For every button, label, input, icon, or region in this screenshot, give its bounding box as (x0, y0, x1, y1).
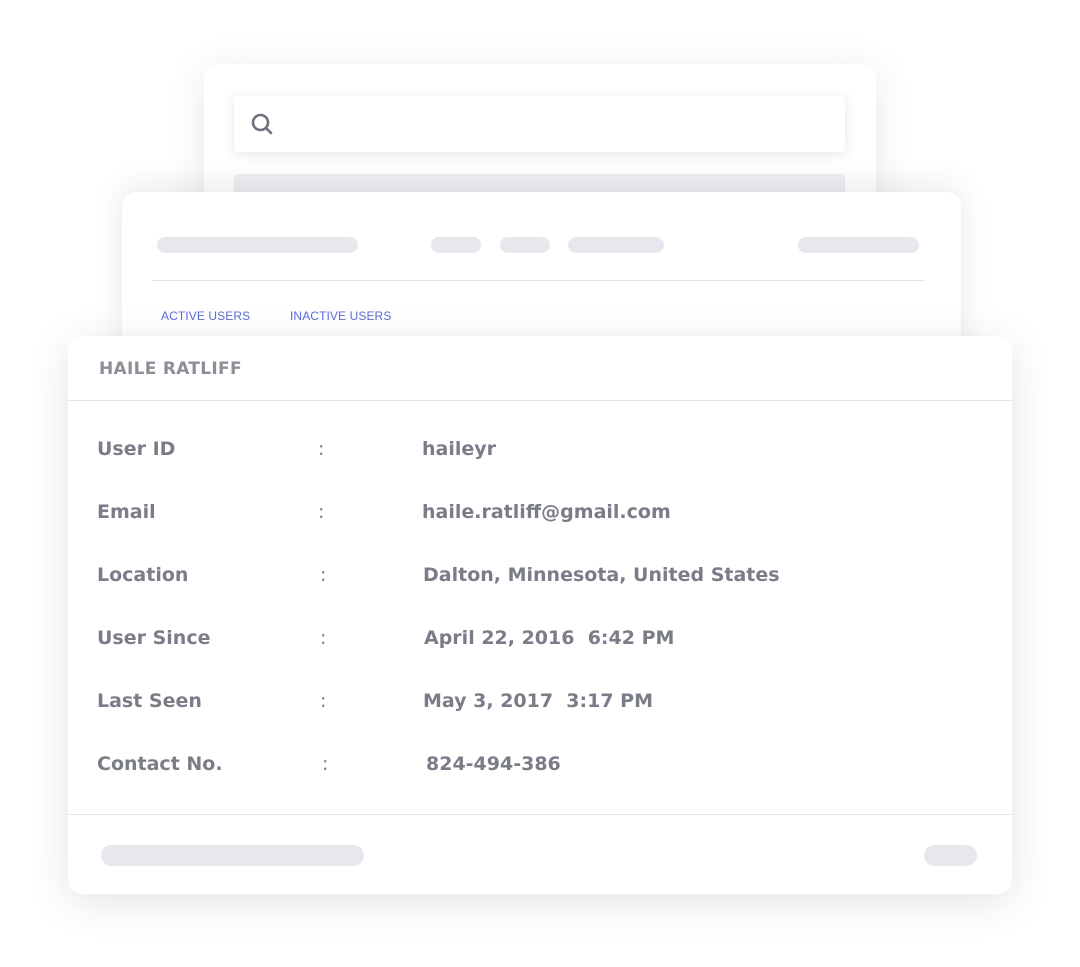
detail-separator: : (320, 690, 327, 712)
divider (68, 400, 1012, 401)
header-placeholder-item (500, 237, 550, 253)
detail-label: Location (97, 564, 189, 586)
detail-value: 824-494-386 (426, 753, 561, 775)
detail-value: Dalton, Minnesota, United States (423, 564, 780, 586)
detail-row-location: Location : Dalton, Minnesota, United Sta… (68, 555, 1012, 595)
detail-value: April 22, 2016 6:42 PM (424, 627, 675, 649)
footer-placeholder-text (101, 845, 364, 866)
search-input[interactable] (286, 106, 830, 144)
detail-row-email: Email : haile.ratliff@gmail.com (68, 492, 1012, 532)
detail-label: Last Seen (97, 690, 202, 712)
search-icon (251, 113, 273, 135)
divider (68, 814, 1012, 815)
tab-inactive-users[interactable]: INACTIVE USERS (290, 309, 391, 323)
header-placeholder-item (431, 237, 481, 253)
detail-label: Email (97, 501, 156, 523)
footer-placeholder-button (924, 845, 977, 866)
detail-label: User ID (97, 438, 176, 460)
detail-row-user-id: User ID : haileyr (68, 429, 1012, 469)
detail-value: haileyr (422, 438, 497, 460)
tab-active-users[interactable]: ACTIVE USERS (161, 309, 250, 323)
header-placeholder-action (798, 237, 919, 253)
detail-value: May 3, 2017 3:17 PM (423, 690, 654, 712)
user-name-title: HAILE RATLIFF (99, 359, 242, 379)
user-directory-illustration: ACTIVE USERS INACTIVE USERS HAILE RATLIF… (0, 0, 1080, 967)
user-details-card: HAILE RATLIFF User ID : haileyr Email : … (68, 336, 1012, 894)
divider (152, 280, 925, 281)
detail-row-user-since: User Since : April 22, 2016 6:42 PM (68, 618, 1012, 658)
detail-label: User Since (97, 627, 211, 649)
header-placeholder-item (568, 237, 664, 253)
detail-separator: : (318, 501, 325, 523)
detail-value: haile.ratliff@gmail.com (422, 501, 671, 523)
header-placeholder-title (157, 237, 358, 253)
detail-label: Contact No. (97, 753, 223, 775)
detail-row-contact-no: Contact No. : 824-494-386 (68, 744, 1012, 784)
detail-separator: : (318, 438, 325, 460)
detail-separator: : (322, 753, 329, 775)
detail-row-last-seen: Last Seen : May 3, 2017 3:17 PM (68, 681, 1012, 721)
detail-separator: : (320, 564, 327, 586)
detail-separator: : (320, 627, 327, 649)
search-bar[interactable] (234, 96, 845, 152)
